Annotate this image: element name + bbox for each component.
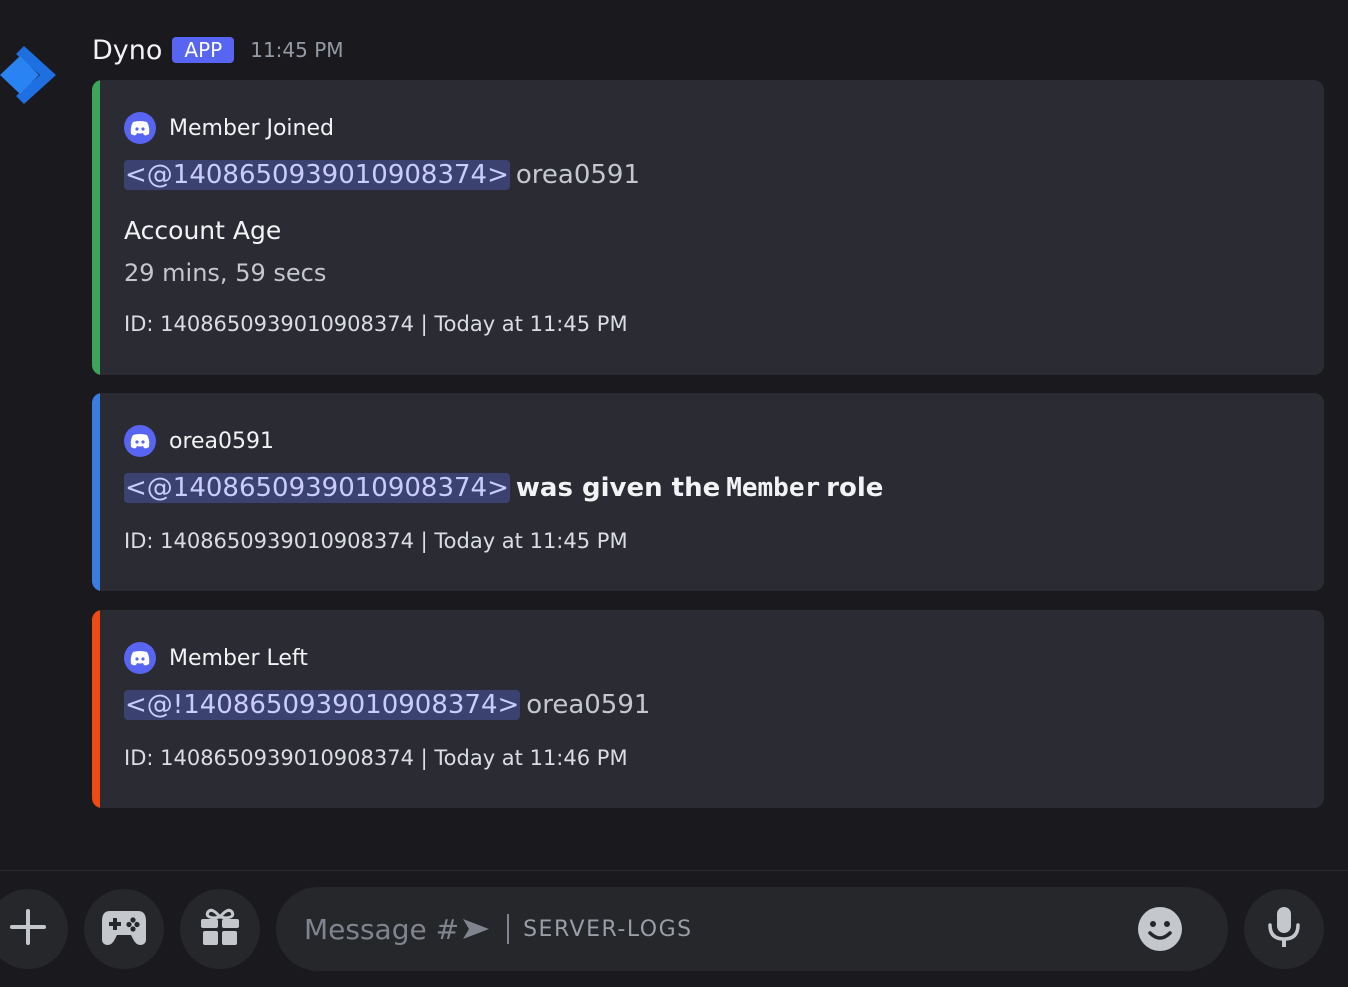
embed-author: Member Joined (124, 112, 334, 144)
embed-member-left: Member Left <@!1408650939010908374> orea… (92, 610, 1324, 808)
embed-description: <@1408650939010908374> orea0591 (124, 160, 640, 190)
placeholder-text: Message # (304, 912, 460, 946)
message-timestamp[interactable]: 11:45 PM (250, 38, 343, 62)
embed-footer: ID: 1408650939010908374 | Today at 11:45… (124, 312, 628, 336)
placeholder-separator (507, 914, 510, 944)
role-name: Member (726, 473, 821, 503)
gamepad-icon (100, 907, 148, 951)
embed-member-joined: Member Joined <@1408650939010908374> ore… (92, 80, 1324, 375)
embed-author-name: Member Joined (169, 115, 334, 141)
embed-author-name: orea0591 (169, 428, 275, 454)
voice-message-button[interactable] (1244, 889, 1324, 969)
field-value: 29 mins, 59 secs (124, 259, 327, 287)
channel-name: SERVER-LOGS (523, 916, 693, 942)
send-arrow-icon (461, 917, 491, 941)
embed-author: orea0591 (124, 425, 274, 457)
user-mention[interactable]: <@1408650939010908374> (124, 473, 510, 503)
embed-color-bar (92, 80, 100, 375)
author-name[interactable]: Dyno (92, 35, 162, 66)
message-header: Dyno APP 11:45 PM (92, 28, 344, 72)
chat-area: Dyno APP 11:45 PM Member Joined <@140865… (0, 0, 1348, 870)
apps-button[interactable] (84, 889, 164, 969)
embed-author-name: Member Left (169, 645, 308, 671)
plus-icon (8, 907, 48, 951)
embed-author: Member Left (124, 642, 308, 674)
embed-color-bar (92, 610, 100, 808)
microphone-icon (1266, 906, 1302, 952)
field-name: Account Age (124, 216, 282, 245)
embed-footer: ID: 1408650939010908374 | Today at 11:45… (124, 529, 628, 553)
username-text: orea0591 (515, 160, 640, 190)
user-mention[interactable]: <@1408650939010908374> (124, 160, 510, 190)
user-mention[interactable]: <@!1408650939010908374> (124, 690, 521, 720)
dyno-logo-icon[interactable] (0, 42, 62, 108)
gift-icon (200, 907, 240, 951)
embed-color-bar (92, 393, 100, 591)
embed-footer: ID: 1408650939010908374 | Today at 11:46… (124, 746, 628, 770)
discord-icon (124, 642, 156, 674)
emoji-icon[interactable] (1138, 907, 1182, 951)
gift-button[interactable] (180, 889, 260, 969)
description-text: was given the (515, 473, 721, 503)
embed-role-given: orea0591 <@1408650939010908374> was give… (92, 393, 1324, 591)
description-suffix: role (826, 473, 884, 503)
discord-icon (124, 425, 156, 457)
embed-description: <@1408650939010908374> was given the Mem… (124, 473, 883, 503)
app-badge: APP (172, 37, 235, 63)
username-text: orea0591 (526, 690, 651, 720)
message-placeholder: Message # SERVER-LOGS (304, 913, 693, 946)
message-input[interactable]: Message # SERVER-LOGS (276, 887, 1228, 971)
embed-description: <@!1408650939010908374> orea0591 (124, 690, 650, 720)
discord-icon (124, 112, 156, 144)
